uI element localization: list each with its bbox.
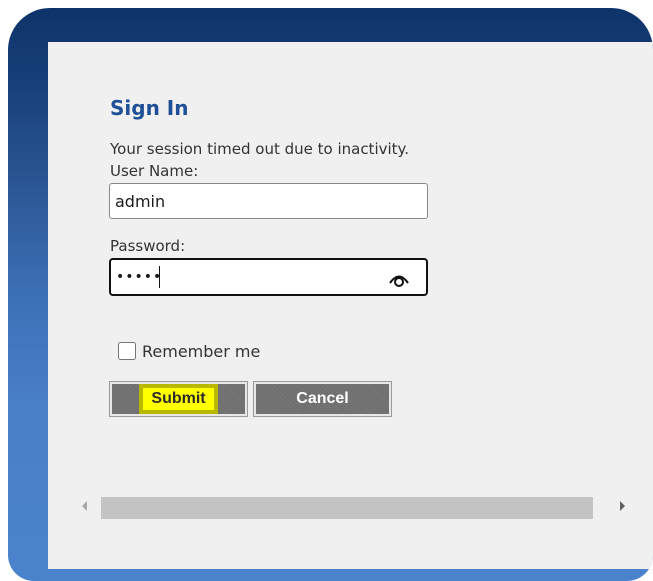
submit-button[interactable]: Submit — [109, 381, 248, 417]
remember-me[interactable]: Remember me — [118, 339, 260, 363]
dialog-frame: Sign In Your session timed out due to in… — [8, 8, 653, 581]
username-input[interactable] — [109, 183, 428, 219]
eye-icon-graphic — [389, 275, 409, 287]
remember-me-checkbox[interactable] — [118, 342, 136, 360]
text-caret — [159, 266, 160, 288]
scrollbar-track[interactable] — [96, 497, 599, 519]
submit-button-label: Submit — [143, 388, 214, 410]
page-title: Sign In — [110, 96, 189, 120]
chevron-right-icon[interactable] — [620, 501, 625, 511]
horizontal-scrollbar[interactable] — [68, 495, 633, 519]
password-label: Password: — [110, 237, 186, 255]
eye-icon[interactable] — [384, 267, 414, 289]
cancel-button-label: Cancel — [296, 390, 349, 407]
username-label: User Name: — [110, 162, 199, 180]
chevron-left-icon[interactable] — [82, 501, 87, 511]
signin-panel: Sign In Your session timed out due to in… — [48, 42, 653, 569]
session-timeout-message: Your session timed out due to inactivity… — [110, 140, 410, 158]
password-input[interactable] — [109, 258, 428, 296]
cancel-button[interactable]: Cancel — [253, 381, 392, 417]
scrollbar-thumb[interactable] — [101, 497, 593, 519]
remember-me-label: Remember me — [142, 341, 261, 361]
